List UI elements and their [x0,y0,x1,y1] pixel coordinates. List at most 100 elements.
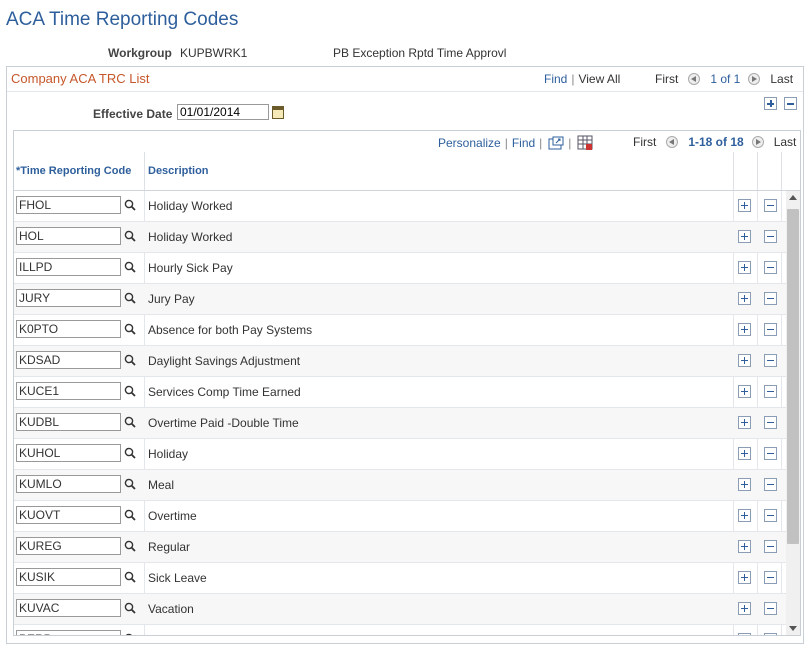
trc-code-field[interactable] [16,413,121,431]
trc-code-field[interactable] [16,196,121,214]
magnifier-icon[interactable] [124,478,136,490]
first-link[interactable]: First [655,72,678,86]
add-row-plus-icon[interactable] [738,199,751,212]
next-icon[interactable] [748,73,761,85]
delete-row-minus-icon[interactable] [764,292,777,305]
effective-date-field[interactable] [177,104,269,120]
add-row-plus-icon[interactable] [738,447,751,460]
trc-code-field[interactable] [16,599,121,617]
magnifier-icon[interactable] [124,540,136,552]
magnifier-icon[interactable] [124,571,136,583]
trc-code-field[interactable] [16,258,121,276]
add-row-plus-icon[interactable] [738,323,751,336]
magnifier-icon[interactable] [124,509,136,521]
separator: | [539,136,543,150]
delete-row-minus-icon[interactable] [764,447,777,460]
magnifier-icon[interactable] [124,602,136,614]
last-link[interactable]: Last [770,72,793,86]
trc-code-field[interactable] [16,320,121,338]
trc-code-field[interactable] [16,537,121,555]
add-row-plus-icon[interactable] [738,478,751,491]
scroll-up-arrow-icon[interactable] [789,195,797,200]
trc-code-field[interactable] [16,382,121,400]
delete-row-minus-icon[interactable] [764,633,777,635]
add-row-plus-icon[interactable] [738,292,751,305]
magnifier-icon[interactable] [124,261,136,273]
magnifier-icon[interactable] [124,416,136,428]
table-row: Daylight Savings Adjustment [14,346,800,377]
trc-code-field[interactable] [16,227,121,245]
row-range: 1 of 1 [710,72,741,86]
table-row: Services Comp Time Earned [14,377,800,408]
scrollbar-thumb[interactable] [787,209,799,544]
trc-description: Holiday Worked [148,230,233,244]
magnifier-icon[interactable] [124,292,136,304]
magnifier-icon[interactable] [124,354,136,366]
magnifier-icon[interactable] [124,385,136,397]
vertical-scrollbar[interactable] [786,191,800,635]
trc-description: Overtime [148,509,197,523]
previous-icon[interactable] [688,73,701,85]
add-row-plus-icon[interactable] [738,261,751,274]
delete-row-minus-icon[interactable] [764,540,777,553]
table-row: Overtime [14,501,800,532]
table-row: Vacation [14,594,800,625]
add-row-plus-icon[interactable] [738,354,751,367]
find-link[interactable]: Find [544,72,567,86]
scroll-down-arrow-icon[interactable] [789,626,797,631]
add-row-plus-icon[interactable] [738,633,751,635]
trc-description: Sick Leave [148,571,207,585]
personalize-link[interactable]: Personalize [438,136,501,150]
delete-row-minus-icon[interactable] [764,478,777,491]
magnifier-icon[interactable] [124,633,136,635]
download-excel-icon[interactable] [577,135,593,151]
magnifier-icon[interactable] [124,447,136,459]
zoom-grid-icon[interactable] [548,136,564,150]
effective-date-label: Effective Date [93,107,173,121]
add-row-plus-icon[interactable] [764,97,777,110]
delete-row-minus-icon[interactable] [764,385,777,398]
grid-previous-icon[interactable] [666,136,679,148]
add-row-plus-icon[interactable] [738,416,751,429]
delete-row-minus-icon[interactable] [764,416,777,429]
grid-first-link[interactable]: First [633,135,656,149]
delete-row-minus-icon[interactable] [764,602,777,615]
delete-row-minus-icon[interactable] [764,323,777,336]
delete-row-minus-icon[interactable] [764,354,777,367]
trc-code-field[interactable] [16,444,121,462]
trc-description: Paid Time Off [148,633,220,635]
add-row-plus-icon[interactable] [738,540,751,553]
grid-toolbar: Personalize | Find | | First 1-18 of 18 … [14,131,800,153]
grid-next-icon[interactable] [751,136,764,148]
grid-find-link[interactable]: Find [512,136,535,150]
delete-row-minus-icon[interactable] [764,199,777,212]
grid-actions: Personalize | Find | | [438,135,593,151]
separator: | [571,72,575,86]
delete-row-minus-icon[interactable] [764,571,777,584]
grid-last-link[interactable]: Last [774,135,797,149]
magnifier-icon[interactable] [124,323,136,335]
add-row-plus-icon[interactable] [738,571,751,584]
delete-row-minus-icon[interactable] [784,97,797,110]
add-row-plus-icon[interactable] [738,602,751,615]
add-row-plus-icon[interactable] [738,230,751,243]
calendar-icon[interactable] [272,106,284,119]
trc-code-field[interactable] [16,289,121,307]
column-header-description[interactable]: Description [148,165,209,177]
column-header-trc[interactable]: *Time Reporting Code [16,165,131,177]
table-row: Absence for both Pay Systems [14,315,800,346]
trc-code-field[interactable] [16,630,121,635]
add-row-plus-icon[interactable] [738,385,751,398]
trc-code-field[interactable] [16,475,121,493]
delete-row-minus-icon[interactable] [764,509,777,522]
trc-code-field[interactable] [16,568,121,586]
add-row-plus-icon[interactable] [738,509,751,522]
trc-code-field[interactable] [16,351,121,369]
delete-row-minus-icon[interactable] [764,230,777,243]
trc-code-field[interactable] [16,506,121,524]
magnifier-icon[interactable] [124,199,136,211]
delete-row-minus-icon[interactable] [764,261,777,274]
view-all-link[interactable]: View All [578,72,620,86]
magnifier-icon[interactable] [124,230,136,242]
trc-description: Holiday Worked [148,199,233,213]
